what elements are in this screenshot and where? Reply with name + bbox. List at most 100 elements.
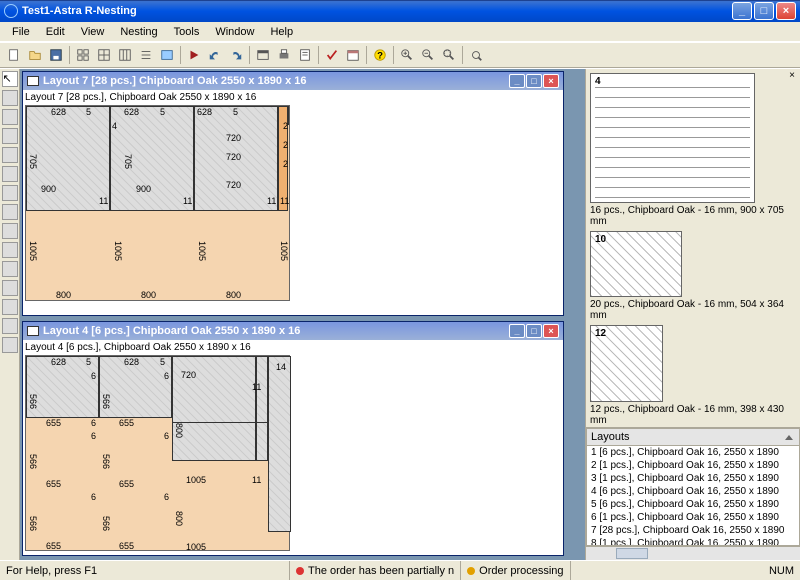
dim: 720	[226, 133, 241, 143]
layout-item[interactable]: 6 [1 pcs.], Chipboard Oak 16, 2550 x 189…	[587, 511, 799, 524]
save-icon[interactable]	[46, 45, 66, 65]
svg-text:?: ?	[377, 51, 383, 62]
dim: 5	[160, 107, 165, 117]
dim: 2	[283, 140, 288, 150]
tool-icon[interactable]	[2, 128, 18, 144]
app-titlebar: Test1-Astra R-Nesting _ □ ×	[0, 0, 800, 22]
close-button[interactable]: ×	[776, 2, 796, 20]
menu-tools[interactable]: Tools	[166, 24, 208, 40]
menu-nesting[interactable]: Nesting	[112, 24, 165, 40]
zoomfit-icon[interactable]	[466, 45, 486, 65]
child-maximize-button[interactable]: □	[526, 324, 542, 338]
menu-edit[interactable]: Edit	[38, 24, 73, 40]
layout-item[interactable]: 8 [1 pcs.], Chipboard Oak 16, 2550 x 189…	[587, 537, 799, 546]
dim: 720	[226, 180, 241, 190]
part-item[interactable]: 12 12 pcs., Chipboard Oak - 16 mm, 398 x…	[590, 325, 796, 426]
layouts-header[interactable]: Layouts	[586, 428, 800, 446]
tool-icon[interactable]	[2, 90, 18, 106]
document-icon	[27, 326, 39, 336]
layout4-title: Layout 4 [6 pcs.] Chipboard Oak 2550 x 1…	[43, 325, 300, 337]
layout-item[interactable]: 4 [6 pcs.], Chipboard Oak 16, 2550 x 189…	[587, 485, 799, 498]
dim: 655	[46, 479, 61, 489]
sheet-icon[interactable]	[157, 45, 177, 65]
menu-view[interactable]: View	[73, 24, 113, 40]
dim: 6	[91, 371, 96, 381]
dim: 566	[101, 516, 111, 531]
open-icon[interactable]	[25, 45, 45, 65]
child-minimize-button[interactable]: _	[509, 324, 525, 338]
list-icon[interactable]	[136, 45, 156, 65]
zoomout-icon[interactable]	[418, 45, 438, 65]
help-icon[interactable]: ?	[370, 45, 390, 65]
form-icon[interactable]	[295, 45, 315, 65]
menu-window[interactable]: Window	[207, 24, 262, 40]
grid2-icon[interactable]	[94, 45, 114, 65]
tool-icon[interactable]	[2, 280, 18, 296]
tool-icon[interactable]	[2, 166, 18, 182]
layout-item[interactable]: 2 [1 pcs.], Chipboard Oak 16, 2550 x 189…	[587, 459, 799, 472]
menu-file[interactable]: File	[4, 24, 38, 40]
child-minimize-button[interactable]: _	[509, 74, 525, 88]
menu-help[interactable]: Help	[262, 24, 301, 40]
dim: 800	[226, 290, 241, 300]
child-maximize-button[interactable]: □	[526, 74, 542, 88]
panel-close-icon[interactable]: ×	[786, 71, 798, 83]
statusbar: For Help, press F1 The order has been pa…	[0, 560, 800, 580]
tool-icon[interactable]	[2, 223, 18, 239]
minimize-button[interactable]: _	[732, 2, 752, 20]
print-icon[interactable]	[274, 45, 294, 65]
layout4-sheet[interactable]: 628 5 628 5 14 6 6 720 11 566 566 6 655 …	[25, 355, 290, 551]
dim: 11	[183, 196, 192, 206]
status-num: NUM	[763, 561, 800, 580]
layout-item[interactable]: 7 [28 pcs.], Chipboard Oak 16, 2550 x 18…	[587, 524, 799, 537]
parts-list[interactable]: 4 16 pcs., Chipboard Oak - 16 mm, 900 x …	[586, 69, 800, 427]
dim: 11	[252, 475, 261, 485]
layout-item[interactable]: 3 [1 pcs.], Chipboard Oak 16, 2550 x 189…	[587, 472, 799, 485]
dim: 566	[28, 454, 38, 469]
dim: 628	[124, 357, 139, 367]
zoomregion-icon[interactable]	[439, 45, 459, 65]
horizontal-scrollbar[interactable]	[586, 546, 800, 560]
zoomin-icon[interactable]	[397, 45, 417, 65]
tool-icon[interactable]	[2, 147, 18, 163]
calendar-icon[interactable]	[343, 45, 363, 65]
tool-icon[interactable]	[2, 261, 18, 277]
layout4-titlebar[interactable]: Layout 4 [6 pcs.] Chipboard Oak 2550 x 1…	[23, 322, 563, 340]
dim: 720	[226, 152, 241, 162]
undo-icon[interactable]	[205, 45, 225, 65]
tool-icon[interactable]	[2, 299, 18, 315]
tool-icon[interactable]	[2, 109, 18, 125]
grid1-icon[interactable]	[73, 45, 93, 65]
redo-icon[interactable]	[226, 45, 246, 65]
layout7-sheet[interactable]: 628 5 628 5 628 5 4 2 720 2 720 2 705 70…	[25, 105, 290, 301]
part-item[interactable]: 10 20 pcs., Chipboard Oak - 16 mm, 504 x…	[590, 231, 796, 321]
dim: 900	[41, 184, 56, 194]
layouts-list[interactable]: 1 [6 pcs.], Chipboard Oak 16, 2550 x 189…	[586, 446, 800, 546]
layout4-window: Layout 4 [6 pcs.] Chipboard Oak 2550 x 1…	[22, 321, 564, 556]
run-icon[interactable]	[184, 45, 204, 65]
child-close-button[interactable]: ×	[543, 324, 559, 338]
tool-icon[interactable]	[2, 318, 18, 334]
grid3-icon[interactable]	[115, 45, 135, 65]
cursor-icon[interactable]: ↖	[2, 71, 18, 87]
layout-item[interactable]: 5 [6 pcs.], Chipboard Oak 16, 2550 x 189…	[587, 498, 799, 511]
part-item[interactable]: 4 16 pcs., Chipboard Oak - 16 mm, 900 x …	[590, 73, 796, 227]
window-icon[interactable]	[253, 45, 273, 65]
tool-icon[interactable]	[2, 242, 18, 258]
layout-item[interactable]: 1 [6 pcs.], Chipboard Oak 16, 2550 x 189…	[587, 446, 799, 459]
tool-icon[interactable]	[2, 204, 18, 220]
layout7-caption: Layout 7 [28 pcs.], Chipboard Oak 2550 x…	[25, 92, 561, 103]
dim: 1005	[186, 475, 206, 485]
child-close-button[interactable]: ×	[543, 74, 559, 88]
dim: 6	[164, 371, 169, 381]
tool-icon[interactable]	[2, 337, 18, 353]
maximize-button[interactable]: □	[754, 2, 774, 20]
layout7-titlebar[interactable]: Layout 7 [28 pcs.] Chipboard Oak 2550 x …	[23, 72, 563, 90]
dim: 5	[86, 357, 91, 367]
tool-icon[interactable]	[2, 185, 18, 201]
status-help: For Help, press F1	[0, 561, 290, 580]
part-number: 12	[595, 328, 606, 339]
new-icon[interactable]	[4, 45, 24, 65]
check-icon[interactable]	[322, 45, 342, 65]
dim: 6	[91, 492, 96, 502]
